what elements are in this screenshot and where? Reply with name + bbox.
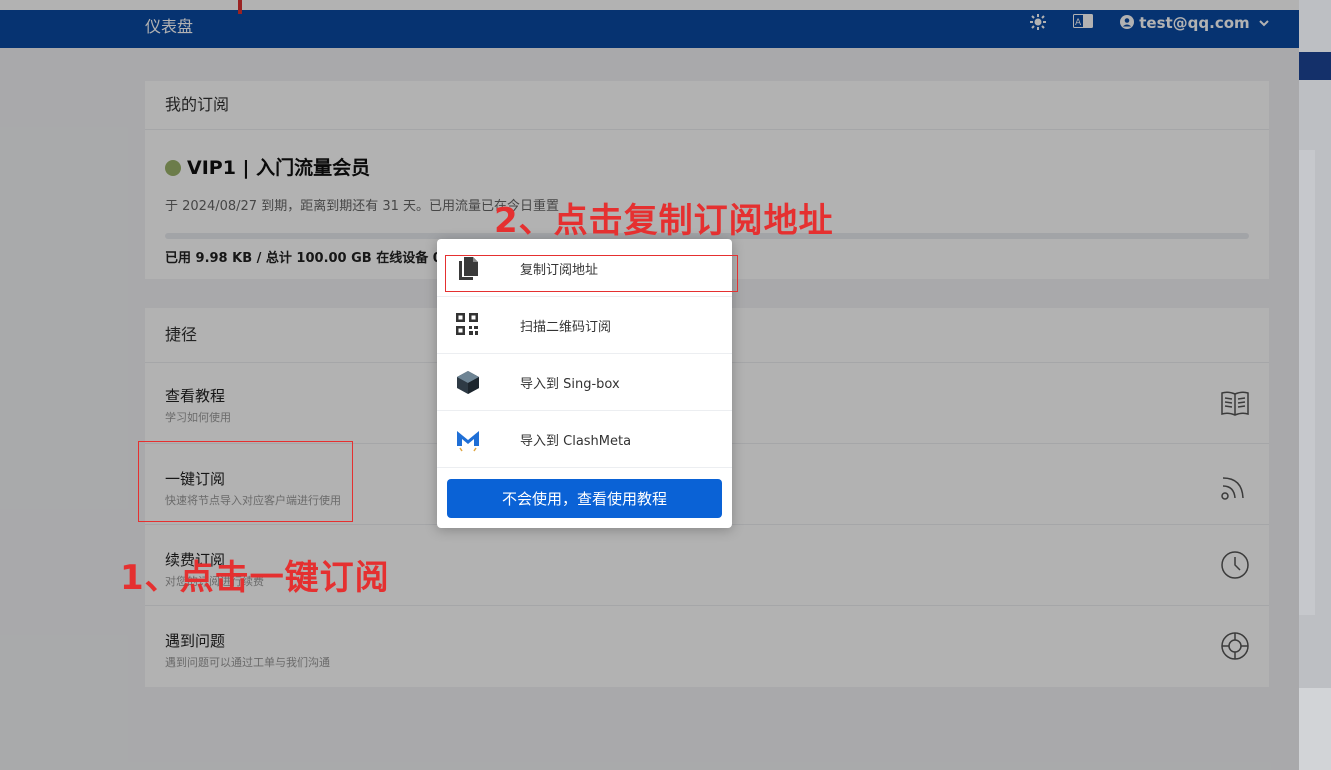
modal-item-label: 导入到 Sing-box (520, 377, 620, 392)
sing-box-icon (455, 369, 481, 395)
modal-item-label: 扫描二维码订阅 (520, 320, 612, 335)
import-sing-box-item[interactable]: 导入到 Sing-box (437, 353, 732, 411)
modal-item-label: 导入到 ClashMeta (520, 434, 632, 449)
view-tutorial-button[interactable]: 不会使用，查看使用教程 (447, 479, 722, 518)
clashmeta-icon (455, 426, 481, 452)
import-clashmeta-item[interactable]: 导入到 ClashMeta (437, 410, 732, 468)
annotation-step1: 1、点击一键订阅 (120, 558, 390, 598)
background-window-footer (1299, 688, 1331, 770)
annotation-box-one-click (138, 441, 353, 522)
scan-qrcode-item[interactable]: 扫描二维码订阅 (437, 296, 732, 354)
background-window-panel (1299, 150, 1315, 615)
annotation-step2: 2、点击复制订阅地址 (494, 201, 834, 241)
annotation-box-copy (445, 255, 738, 292)
qrcode-icon (455, 312, 481, 338)
background-window-bar (1299, 52, 1331, 80)
